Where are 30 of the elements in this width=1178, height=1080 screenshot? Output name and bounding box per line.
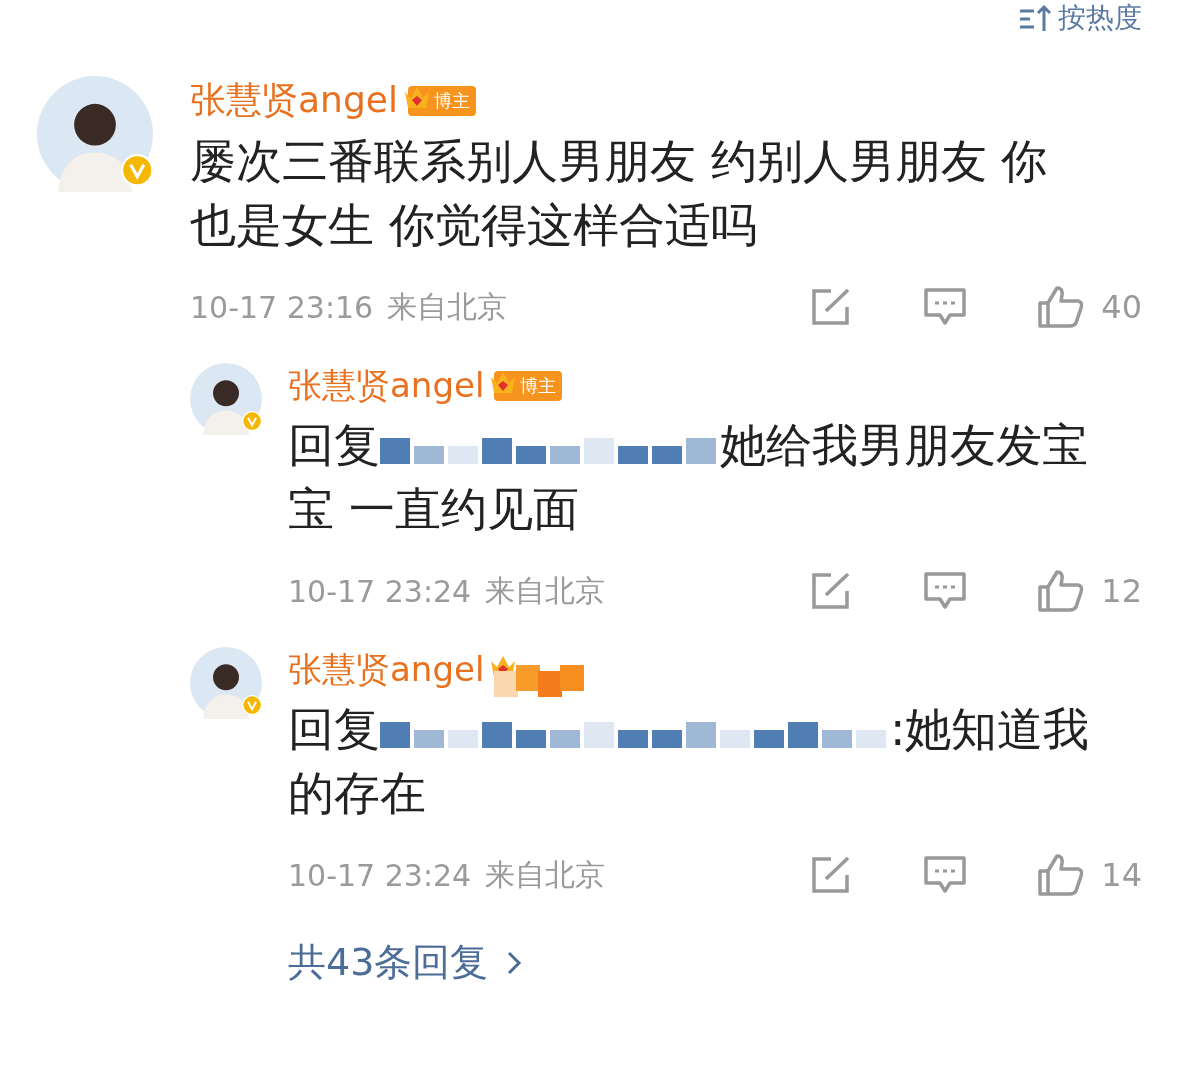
thumbs-up-icon[interactable] — [1037, 853, 1086, 897]
user-name[interactable]: 张慧贤angel — [190, 76, 398, 125]
sort-icon[interactable] — [1018, 3, 1052, 33]
comment-icon[interactable] — [923, 287, 968, 327]
like-count: 12 — [1101, 572, 1142, 610]
avatar[interactable] — [190, 647, 262, 719]
comment-text: 屡次三番联系别人男朋友 约别人男朋友 你也是女生 你觉得这样合适吗 — [190, 133, 1049, 254]
comment-location: 来自北京 — [387, 287, 508, 326]
like-count: 14 — [1101, 856, 1142, 894]
comment-time: 10-17 23:24 — [288, 857, 472, 893]
reply-text: 回复 :她知道我的存在 — [288, 701, 1091, 822]
sort-label[interactable]: 按热度 — [1058, 0, 1142, 37]
comment-time: 10-17 23:16 — [190, 289, 374, 325]
user-name[interactable]: 张慧贤angel — [288, 647, 485, 693]
comment-location: 来自北京 — [485, 571, 606, 610]
blogger-badge: 博主 — [407, 85, 476, 116]
reply-text: 回复 她给我男朋友发宝宝 一直约见面 — [288, 417, 1089, 538]
avatar[interactable] — [190, 363, 262, 435]
comment-icon[interactable] — [923, 571, 968, 611]
like-count: 40 — [1101, 288, 1142, 326]
more-replies-link[interactable]: 共43条回复 — [288, 937, 523, 988]
comment-icon[interactable] — [923, 855, 968, 895]
user-name[interactable]: 张慧贤angel — [288, 363, 485, 409]
blogger-badge: 博主 — [494, 371, 563, 401]
thumbs-up-icon[interactable] — [1037, 285, 1086, 329]
thumbs-up-icon[interactable] — [1037, 569, 1086, 613]
comment-location: 来自北京 — [485, 855, 606, 894]
chevron-right-icon — [506, 949, 523, 976]
comment-time: 10-17 23:24 — [288, 573, 472, 609]
avatar[interactable] — [37, 76, 153, 192]
